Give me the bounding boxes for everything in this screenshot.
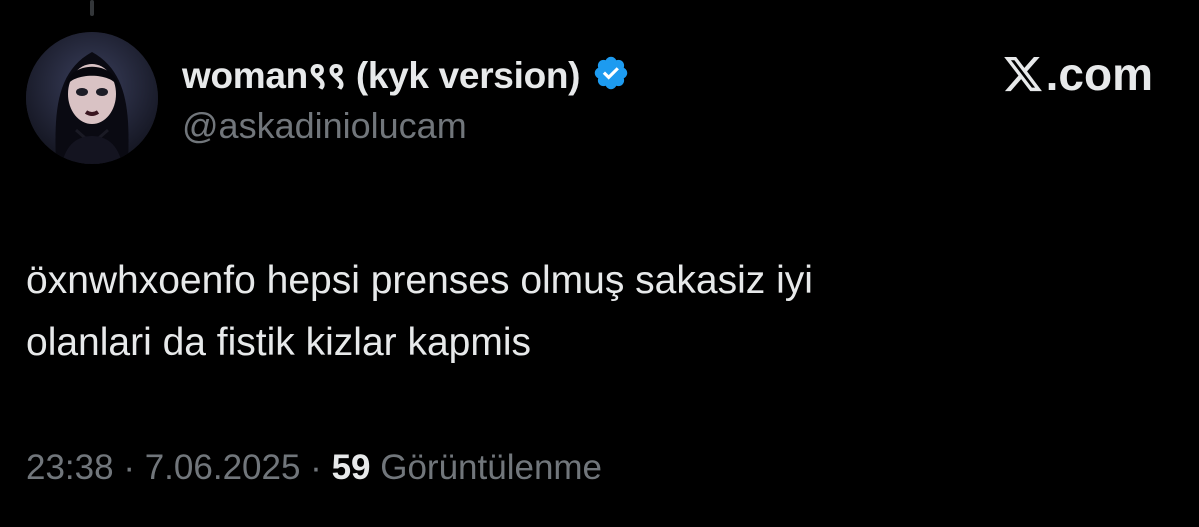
thread-connector-line <box>90 0 94 16</box>
author-handle[interactable]: @askadiniolucam <box>182 105 467 147</box>
tweet-meta: 23:38 · 7.06.2025 · 59 Görüntülenme <box>26 448 602 488</box>
meta-separator: · <box>310 448 322 487</box>
brand-label: .com <box>1045 48 1153 100</box>
views-count[interactable]: 59 <box>332 448 371 487</box>
author-name-row: woman९९ (kyk version) <box>182 50 630 96</box>
x-logo-icon <box>1002 52 1044 96</box>
meta-separator: · <box>123 448 135 487</box>
verified-badge-icon[interactable] <box>592 54 630 92</box>
brand-watermark: .com <box>1002 48 1153 100</box>
views-label[interactable]: Görüntülenme <box>380 448 602 487</box>
tweet-time[interactable]: 23:38 <box>26 448 114 487</box>
author-display-name[interactable]: woman९९ (kyk version) <box>182 48 581 99</box>
avatar[interactable] <box>26 32 158 164</box>
avatar-image <box>26 32 158 164</box>
tweet-text: öxnwhxoenfo hepsi prenses olmuş sakasiz … <box>26 259 813 364</box>
tweet-date[interactable]: 7.06.2025 <box>145 448 301 487</box>
